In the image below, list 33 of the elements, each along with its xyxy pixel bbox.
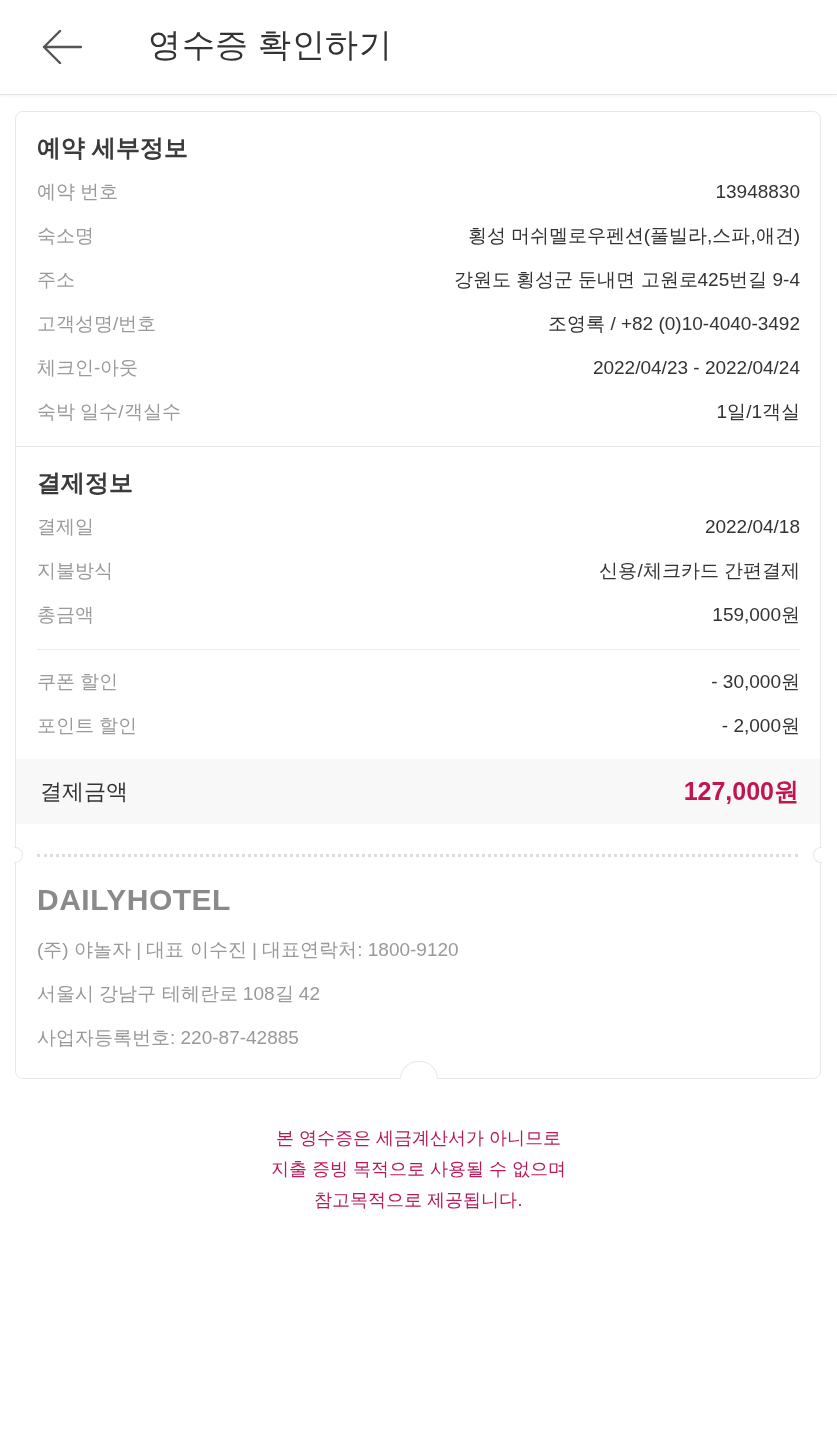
back-arrow-icon	[42, 30, 82, 64]
row-label: 주소	[37, 268, 75, 292]
row-label: 포인트 할인	[37, 714, 138, 738]
section-title: 예약 세부정보	[37, 133, 189, 163]
row-value: 1일/1객실	[716, 400, 800, 424]
row-label: 지불방식	[37, 559, 113, 583]
company-detail: 서울시 강남구 테헤란로 108길 42	[37, 982, 321, 1006]
row-value: 13948830	[715, 181, 800, 203]
row-value: 횡성 머쉬멜로우펜션(풀빌라,스파,애견)	[467, 224, 800, 248]
row-value: 159,000원	[712, 603, 800, 627]
row-value: - 2,000원	[721, 714, 800, 738]
page-title: 영수증 확인하기	[148, 24, 393, 65]
row-label: 체크인-아웃	[37, 356, 139, 380]
row-value: - 30,000원	[711, 670, 800, 694]
row-label: 예약 번호	[37, 180, 119, 204]
row-label: 고객성명/번호	[37, 312, 157, 336]
company-logo: DAILYHOTEL	[37, 885, 231, 915]
row-label: 결제일	[37, 515, 94, 539]
row-label: 쿠폰 할인	[37, 670, 119, 694]
row-value: 신용/체크카드 간편결제	[599, 559, 800, 583]
company-detail: (주) 야놀자 | 대표 이수진 | 대표연락처: 1800-9120	[37, 938, 460, 962]
company-detail: 사업자등록번호: 220-87-42885	[37, 1026, 300, 1050]
notice-text: 본 영수증은 세금계산서가 아니므로 지출 증빙 목적으로 사용될 수 없으며 참고목적으로 제공됩니다.	[270, 1127, 567, 1212]
section-title: 결제정보	[37, 468, 134, 498]
row-label: 숙소명	[37, 224, 94, 248]
row-value: 2022/04/18	[704, 516, 800, 538]
total-amount: 127,000원	[683, 776, 799, 807]
row-label: 숙박 일수/객실수	[37, 400, 181, 424]
row-label: 총금액	[37, 603, 94, 627]
row-value: 조영록 / +82 (0)10-4040-3492	[548, 312, 800, 336]
total-label: 결제금액	[40, 777, 128, 806]
row-value: 강원도 횡성군 둔내면 고원로425번길 9-4	[453, 268, 800, 292]
row-value: 2022/04/23 - 2022/04/24	[592, 357, 800, 379]
